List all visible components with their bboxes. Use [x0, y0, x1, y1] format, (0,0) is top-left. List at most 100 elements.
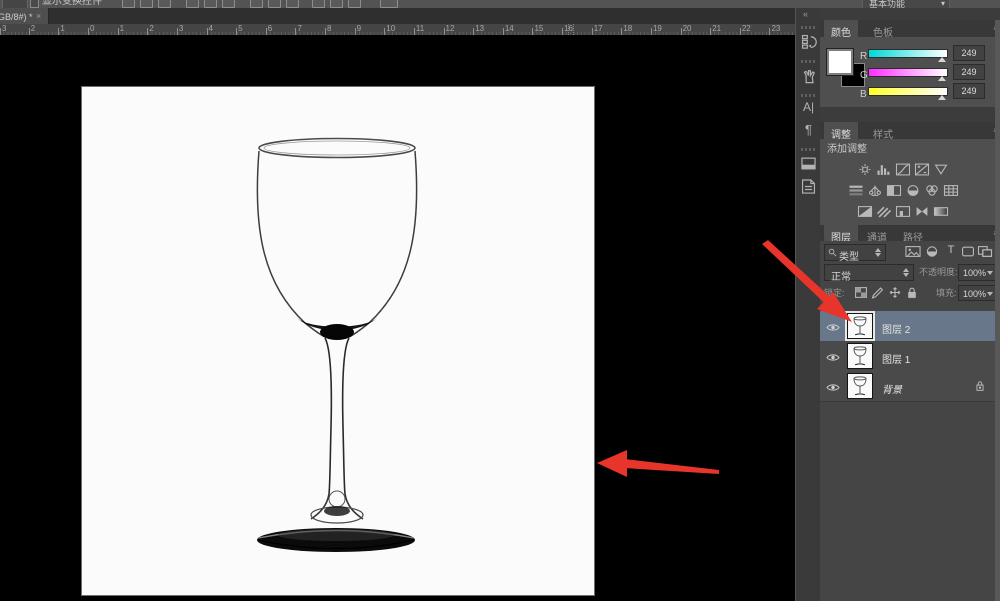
ruler-major-tick [266, 28, 267, 35]
show-transform-checkbox[interactable] [30, 0, 39, 8]
tab-swatches[interactable]: 色板 [866, 20, 900, 37]
levels-icon[interactable] [875, 163, 893, 176]
tab-paths[interactable]: 路径 [896, 225, 930, 242]
posterize-icon[interactable] [875, 205, 893, 218]
document-tab[interactable]: GB/8#) * × [0, 8, 49, 24]
lock-transparency-icon[interactable] [852, 286, 870, 299]
align-vcenter-icon[interactable] [140, 0, 153, 8]
distribute-hcenter-icon[interactable] [330, 0, 343, 8]
tab-channels[interactable]: 通道 [860, 225, 894, 242]
layer-thumbnail[interactable] [848, 374, 872, 398]
dock-grip[interactable] [801, 94, 816, 97]
filter-pixel-layers-icon[interactable] [904, 245, 922, 258]
tab-color[interactable]: 颜色 [824, 20, 858, 37]
ruler-major-tick [177, 28, 178, 35]
filter-kind-label: 类型 [839, 248, 859, 263]
lock-pixels-brush-icon[interactable] [869, 286, 887, 299]
close-icon[interactable]: × [36, 11, 41, 21]
channel-b-slider-handle[interactable] [938, 95, 946, 100]
hue-saturation-icon[interactable] [847, 184, 865, 197]
dock-grip[interactable] [801, 148, 816, 151]
fill-dropdown[interactable]: 100% [958, 285, 997, 301]
blend-mode-dropdown[interactable]: 正常 [824, 264, 914, 281]
selective-color-icon[interactable] [913, 205, 931, 218]
auto-align-icon[interactable] [380, 0, 398, 8]
color-lookup-icon[interactable] [942, 184, 960, 197]
color-balance-icon[interactable] [866, 184, 884, 197]
lock-position-icon[interactable] [886, 286, 904, 299]
filter-shape-layers-icon[interactable] [959, 245, 977, 258]
ruler-tick-label: 1 [60, 24, 64, 33]
collapse-dock-icon[interactable]: « [803, 10, 808, 19]
threshold-icon[interactable] [894, 205, 912, 218]
history-icon[interactable] [799, 32, 818, 51]
align-top-icon[interactable] [122, 0, 135, 8]
photo-filter-icon[interactable] [904, 184, 922, 197]
gesture-hand-icon[interactable] [799, 66, 818, 85]
character-panel-icon[interactable]: A| [799, 100, 818, 119]
distribute-vcenter-icon[interactable] [268, 0, 281, 8]
brightness-contrast-icon[interactable] [856, 163, 874, 176]
fill-label: 填充: [936, 289, 957, 298]
layers-panel-header: 图层 通道 路径 ≡ [820, 225, 1000, 242]
layer-comps-icon[interactable] [799, 154, 818, 173]
tab-styles[interactable]: 样式 [866, 122, 900, 139]
distribute-right-icon[interactable] [348, 0, 361, 8]
foreground-color-swatch[interactable] [827, 49, 853, 75]
workspace-switcher[interactable]: 基本功能 ▾ [862, 0, 950, 8]
dock-grip[interactable] [801, 26, 816, 29]
layer-filter-kind-dropdown[interactable]: 类型 [824, 244, 886, 261]
channel-b-value[interactable]: 249 [953, 83, 985, 99]
layer-row-background[interactable]: 背景 [820, 371, 995, 402]
tab-adjustments[interactable]: 调整 [824, 122, 858, 139]
ruler-tick-label: 21 [712, 24, 721, 33]
tool-preset-dropdown[interactable] [2, 0, 28, 8]
lock-all-icon[interactable] [903, 286, 921, 299]
document-canvas[interactable] [82, 87, 594, 595]
gradient-map-icon[interactable] [932, 205, 950, 218]
channel-g-slider-handle[interactable] [938, 76, 946, 81]
tab-layers[interactable]: 图层 [824, 225, 858, 242]
layer-row-layer1[interactable]: 图层 1 [820, 341, 995, 372]
distribute-left-icon[interactable] [312, 0, 325, 8]
opacity-dropdown[interactable]: 100% [958, 264, 997, 281]
ruler-tick-label: 7 [297, 24, 301, 33]
channel-g-slider[interactable] [868, 68, 948, 77]
visibility-eye-icon[interactable] [826, 380, 840, 398]
ruler-tick-label: 14 [505, 24, 514, 33]
channel-r-slider[interactable] [868, 49, 948, 58]
ruler-tick-label: 17 [594, 24, 603, 33]
channel-b-slider[interactable] [868, 87, 948, 96]
filter-type-layers-icon[interactable]: T [942, 244, 960, 257]
paragraph-panel-icon[interactable]: ¶ [799, 122, 818, 141]
curves-icon[interactable] [894, 163, 912, 176]
channel-g-value[interactable]: 249 [953, 64, 985, 80]
dock-grip[interactable] [801, 60, 816, 63]
layer-thumbnail[interactable] [848, 344, 872, 368]
align-bottom-icon[interactable] [158, 0, 171, 8]
align-hcenter-icon[interactable] [204, 0, 217, 8]
distribute-bottom-icon[interactable] [286, 0, 299, 8]
layer-thumbnail[interactable] [848, 314, 872, 338]
channel-r-value[interactable]: 249 [953, 45, 985, 61]
channel-r-slider-handle[interactable] [938, 57, 946, 62]
visibility-eye-icon[interactable] [826, 320, 840, 338]
filter-adjustment-layers-icon[interactable] [923, 245, 941, 258]
ruler-major-tick [207, 28, 208, 35]
invert-icon[interactable] [856, 205, 874, 218]
channel-mixer-icon[interactable] [923, 184, 941, 197]
canvas-area[interactable] [0, 35, 795, 601]
distribute-top-icon[interactable] [250, 0, 263, 8]
ruler-major-tick [532, 28, 533, 35]
black-white-icon[interactable] [885, 184, 903, 197]
align-right-icon[interactable] [222, 0, 235, 8]
notes-icon[interactable] [799, 177, 818, 196]
layer-row-layer2[interactable]: 图层 2 [820, 311, 995, 342]
vibrance-icon[interactable] [932, 163, 950, 176]
visibility-eye-icon[interactable] [826, 350, 840, 368]
panel-scrollbar[interactable] [995, 20, 1000, 601]
filter-smart-objects-icon[interactable] [976, 245, 994, 258]
exposure-icon[interactable] [913, 163, 931, 176]
ruler-tick-label: 0 [90, 24, 94, 33]
align-left-icon[interactable] [186, 0, 199, 8]
